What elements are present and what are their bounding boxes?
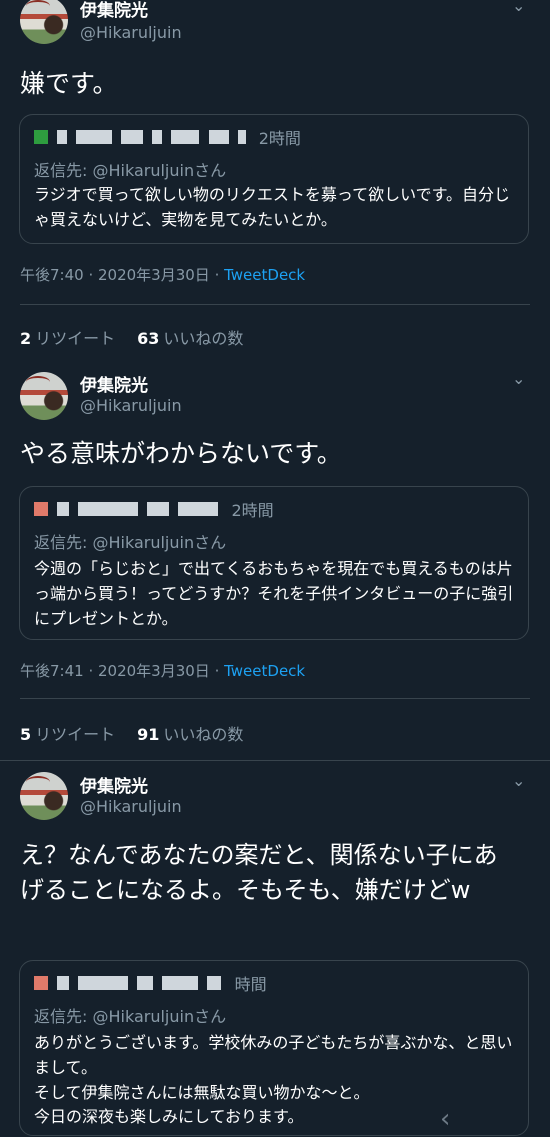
chevron-down-icon[interactable]: ⌄ (512, 369, 525, 388)
like-count[interactable]: 91 いいねの数 (137, 725, 243, 744)
author-name[interactable]: 伊集院光 (80, 772, 148, 797)
source-link[interactable]: TweetDeck (224, 662, 305, 680)
quoted-name-blur (152, 130, 163, 144)
source-link[interactable]: TweetDeck (224, 266, 305, 284)
divider (20, 698, 530, 699)
system-navigation-bar: ‹ (0, 1102, 550, 1137)
author-name[interactable]: 伊集院光 (80, 371, 148, 396)
avatar[interactable] (20, 772, 68, 820)
quoted-text: ラジオで買って欲しい物のリクエストを募って欲しいです。自分じゃ買えないけど、実物… (34, 185, 511, 229)
tweet-stats: 5 リツイート 91 いいねの数 (20, 721, 243, 745)
author-handle[interactable]: @Hikaruljuin (80, 396, 182, 415)
quoted-text-line: ありがとうございます。学校休みの子どもたちが喜ぶかな、と思いまして。 (34, 1033, 513, 1077)
quoted-time: 2時間 (231, 501, 274, 520)
tweet-text: え？なんであなたの案だと、関係ない子にあげることになるよ。そもそも、嫌だけどw (20, 841, 498, 904)
quoted-name-blur (78, 502, 139, 516)
quoted-tweet[interactable]: 2時間 返信先: @Hikaruljuinさん 今週の「らじおと」で出てくるおも… (19, 486, 529, 640)
author-handle[interactable]: @Hikaruljuin (80, 797, 182, 816)
quoted-name-blur (137, 976, 154, 990)
retweet-count[interactable]: 5 リツイート (20, 725, 115, 744)
quoted-name-blur (57, 976, 70, 990)
timestamp[interactable]: 午後7:40 · 2020年3月30日 (20, 266, 210, 284)
tweet-separator (0, 760, 550, 761)
author-name[interactable]: 伊集院光 (80, 0, 148, 21)
quoted-name-blur (208, 130, 229, 144)
timestamp[interactable]: 午後7:41 · 2020年3月30日 (20, 662, 210, 680)
meta-separator: · (209, 266, 225, 284)
tweet-stats: 2 リツイート 63 いいねの数 (20, 325, 243, 349)
quoted-name-blur (207, 976, 222, 990)
quoted-avatar (34, 130, 48, 144)
quoted-name-blur (237, 130, 246, 144)
quoted-avatar (34, 502, 48, 516)
reply-to[interactable]: 返信先: @Hikaruljuinさん (34, 1003, 226, 1027)
tweet-meta: 午後7:40 · 2020年3月30日 · TweetDeck (20, 264, 305, 285)
quoted-time: 2時間 (258, 129, 301, 148)
avatar[interactable] (20, 0, 68, 44)
tweet-1[interactable]: 伊集院光 @Hikaruljuin ⌄ 嫌です。 2時間 返信先: @Hikar… (0, 0, 550, 300)
avatar[interactable] (20, 372, 68, 420)
reply-to[interactable]: 返信先: @Hikaruljuinさん (34, 529, 226, 553)
tweet-2[interactable]: 伊集院光 @Hikaruljuin ⌄ やる意味がわからないです。 2時間 返信… (0, 366, 550, 696)
quoted-name-blur (171, 130, 200, 144)
tweet-meta: 午後7:41 · 2020年3月30日 · TweetDeck (20, 660, 305, 681)
divider (20, 304, 530, 305)
tweet-3[interactable]: 伊集院光 @Hikaruljuin ⌄ え？なんであなたの案だと、関係ない子にあ… (0, 768, 550, 1137)
quoted-name-blur (121, 130, 144, 144)
chevron-down-icon[interactable]: ⌄ (512, 0, 525, 15)
quoted-tweet[interactable]: 2時間 返信先: @Hikaruljuinさん ラジオで買って欲しい物のリクエス… (19, 114, 529, 244)
back-button[interactable]: ‹ (440, 1102, 450, 1137)
quoted-name-blur (76, 130, 113, 144)
quoted-name-blur (178, 502, 219, 516)
tweet-text: 嫌です。 (20, 69, 118, 98)
quoted-name-blur (57, 502, 70, 516)
quoted-author: 2時間 (34, 125, 301, 148)
quoted-name-blur (57, 130, 68, 144)
author-handle[interactable]: @Hikaruljuin (80, 23, 182, 42)
quoted-time: 時間 (234, 975, 267, 994)
quoted-text: 今週の「らじおと」で出てくるおもちゃを現在でも買えるものは片っ端から買う！ってど… (34, 559, 514, 628)
quoted-author: 時間 (34, 971, 267, 994)
meta-separator: · (209, 662, 225, 680)
quoted-avatar (34, 976, 48, 990)
quoted-name-blur (78, 976, 129, 990)
like-count[interactable]: 63 いいねの数 (137, 329, 243, 348)
quoted-name-blur (162, 976, 199, 990)
tweet-text: やる意味がわからないです。 (20, 439, 342, 468)
chevron-down-icon[interactable]: ⌄ (512, 771, 525, 790)
quoted-name-blur (147, 502, 170, 516)
retweet-count[interactable]: 2 リツイート (20, 329, 115, 348)
reply-to[interactable]: 返信先: @Hikaruljuinさん (34, 157, 226, 181)
quoted-author: 2時間 (34, 497, 274, 520)
